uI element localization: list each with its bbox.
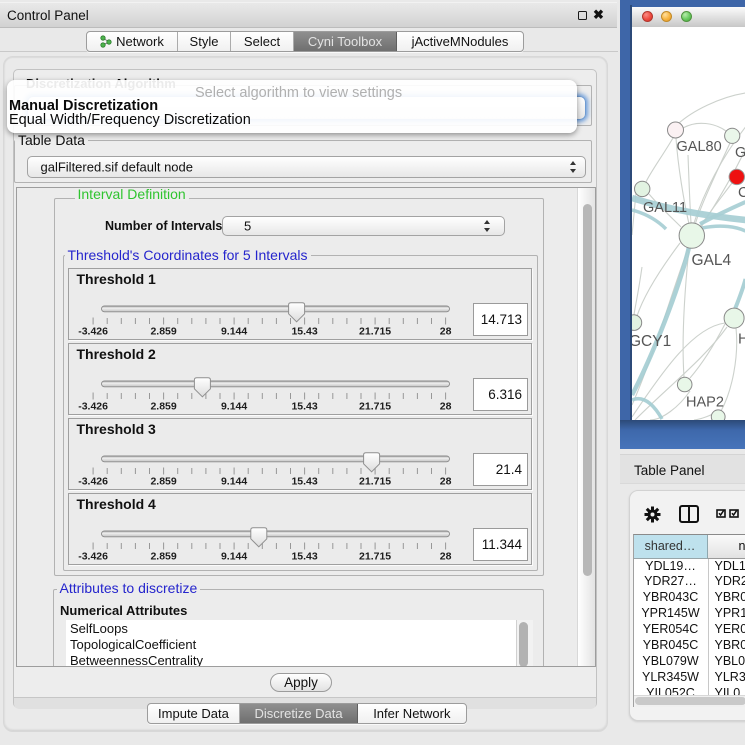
- svg-text:21.715: 21.715: [359, 325, 391, 337]
- svg-text:15.43: 15.43: [291, 550, 317, 562]
- svg-text:GAL11: GAL11: [643, 200, 687, 216]
- svg-text:-3.426: -3.426: [78, 475, 108, 487]
- svg-text:28: 28: [439, 325, 451, 337]
- svg-text:GCY1: GCY1: [632, 333, 671, 350]
- svg-text:2.859: 2.859: [150, 550, 176, 562]
- svg-text:15.43: 15.43: [291, 325, 317, 337]
- svg-text:GAL4: GAL4: [691, 252, 731, 269]
- svg-text:28: 28: [439, 550, 451, 562]
- svg-text:2.859: 2.859: [150, 400, 176, 412]
- svg-text:9.144: 9.144: [220, 400, 246, 412]
- svg-text:GAL80: GAL80: [676, 139, 721, 155]
- svg-text:2.859: 2.859: [150, 475, 176, 487]
- svg-text:15.43: 15.43: [291, 475, 317, 487]
- svg-text:21.715: 21.715: [359, 550, 391, 562]
- svg-text:GA: GA: [735, 145, 745, 161]
- svg-text:C: C: [738, 185, 745, 201]
- svg-text:-3.426: -3.426: [78, 400, 108, 412]
- svg-text:9.144: 9.144: [220, 325, 246, 337]
- svg-text:HAP2: HAP2: [686, 395, 724, 411]
- svg-text:28: 28: [439, 475, 451, 487]
- svg-text:H: H: [738, 331, 745, 348]
- svg-text:21.715: 21.715: [359, 475, 391, 487]
- svg-text:-3.426: -3.426: [78, 325, 108, 337]
- svg-text:-3.426: -3.426: [78, 550, 108, 562]
- svg-text:28: 28: [439, 400, 451, 412]
- svg-text:2.859: 2.859: [150, 325, 176, 337]
- svg-text:9.144: 9.144: [220, 550, 246, 562]
- svg-text:9.144: 9.144: [220, 475, 246, 487]
- svg-text:21.715: 21.715: [359, 400, 391, 412]
- svg-text:15.43: 15.43: [291, 400, 317, 412]
